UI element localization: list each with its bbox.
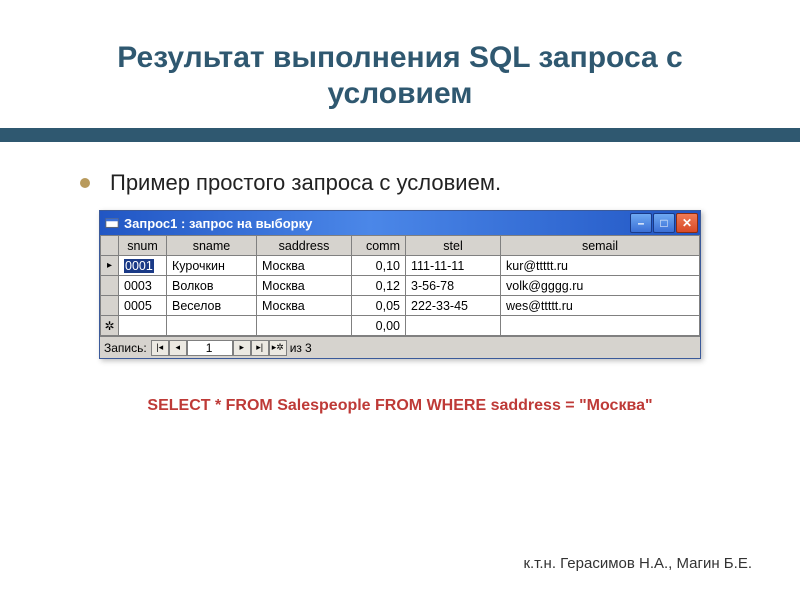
window-title: Запрос1 : запрос на выборку	[124, 216, 630, 231]
sql-statement: SELECT * FROM Salespeople FROM WHERE sad…	[0, 397, 800, 415]
prev-record-button[interactable]: ◂	[169, 340, 187, 356]
table-row[interactable]: ✲ 0,00	[101, 316, 700, 336]
cell-stel[interactable]: 3-56-78	[406, 276, 501, 296]
row-marker-icon	[101, 276, 119, 296]
next-record-button[interactable]: ▸	[233, 340, 251, 356]
title-underline	[0, 128, 800, 142]
cell-saddress[interactable]: Москва	[257, 256, 352, 276]
record-label: Запись:	[104, 341, 147, 355]
cell-sname[interactable]: Веселов	[167, 296, 257, 316]
row-marker-icon: ▸	[101, 256, 119, 276]
row-selector-header	[101, 236, 119, 256]
column-header[interactable]: snum	[119, 236, 167, 256]
access-window: Запрос1 : запрос на выборку – □ ✕ snum s…	[99, 210, 701, 359]
window-icon	[104, 215, 120, 231]
cell-sname[interactable]: Волков	[167, 276, 257, 296]
record-number-input[interactable]: 1	[187, 340, 233, 356]
record-total-prefix: из	[290, 341, 302, 355]
header-row: snum sname saddress comm stel semail	[101, 236, 700, 256]
cell-semail[interactable]: volk@gggg.ru	[501, 276, 700, 296]
slide-footer: к.т.н. Герасимов Н.А., Магин Б.Е.	[523, 555, 752, 572]
cell-stel[interactable]	[406, 316, 501, 336]
row-marker-icon	[101, 296, 119, 316]
record-total: 3	[305, 341, 312, 355]
cell-sname[interactable]: Курочкин	[167, 256, 257, 276]
table-row[interactable]: 0005ВеселовМосква0,05222-33-45wes@ttttt.…	[101, 296, 700, 316]
cell-saddress[interactable]	[257, 316, 352, 336]
bullet-text: Пример простого запроса с условием.	[110, 170, 501, 196]
bullet-row: Пример простого запроса с условием.	[0, 142, 800, 206]
slide-title: Результат выполнения SQL запроса с услов…	[0, 0, 800, 122]
table-row[interactable]: 0003ВолковМосква0,123-56-78volk@gggg.ru	[101, 276, 700, 296]
last-record-button[interactable]: ▸|	[251, 340, 269, 356]
bullet-icon	[80, 178, 90, 188]
first-record-button[interactable]: |◂	[151, 340, 169, 356]
cell-snum[interactable]: 0003	[119, 276, 167, 296]
titlebar: Запрос1 : запрос на выборку – □ ✕	[100, 211, 700, 235]
data-grid: snum sname saddress comm stel semail ▸00…	[100, 235, 700, 336]
cell-snum[interactable]	[119, 316, 167, 336]
cell-snum[interactable]: 0001	[119, 256, 167, 276]
cell-saddress[interactable]: Москва	[257, 296, 352, 316]
minimize-button[interactable]: –	[630, 213, 652, 233]
cell-sname[interactable]	[167, 316, 257, 336]
close-button[interactable]: ✕	[676, 213, 698, 233]
record-navigator: Запись: |◂ ◂ 1 ▸ ▸| ▸✲ из 3	[100, 336, 700, 358]
cell-semail[interactable]	[501, 316, 700, 336]
cell-snum[interactable]: 0005	[119, 296, 167, 316]
cell-saddress[interactable]: Москва	[257, 276, 352, 296]
table-row[interactable]: ▸0001КурочкинМосква0,10111-11-11kur@tttt…	[101, 256, 700, 276]
cell-semail[interactable]: kur@ttttt.ru	[501, 256, 700, 276]
cell-comm[interactable]: 0,10	[352, 256, 406, 276]
maximize-button[interactable]: □	[653, 213, 675, 233]
cell-comm[interactable]: 0,12	[352, 276, 406, 296]
column-header[interactable]: saddress	[257, 236, 352, 256]
column-header[interactable]: stel	[406, 236, 501, 256]
column-header[interactable]: semail	[501, 236, 700, 256]
column-header[interactable]: sname	[167, 236, 257, 256]
cell-comm[interactable]: 0,00	[352, 316, 406, 336]
window-buttons: – □ ✕	[630, 213, 698, 233]
column-header[interactable]: comm	[352, 236, 406, 256]
new-row-icon: ✲	[101, 316, 119, 336]
new-record-button[interactable]: ▸✲	[269, 340, 287, 356]
cell-semail[interactable]: wes@ttttt.ru	[501, 296, 700, 316]
cell-comm[interactable]: 0,05	[352, 296, 406, 316]
cell-stel[interactable]: 222-33-45	[406, 296, 501, 316]
cell-stel[interactable]: 111-11-11	[406, 256, 501, 276]
